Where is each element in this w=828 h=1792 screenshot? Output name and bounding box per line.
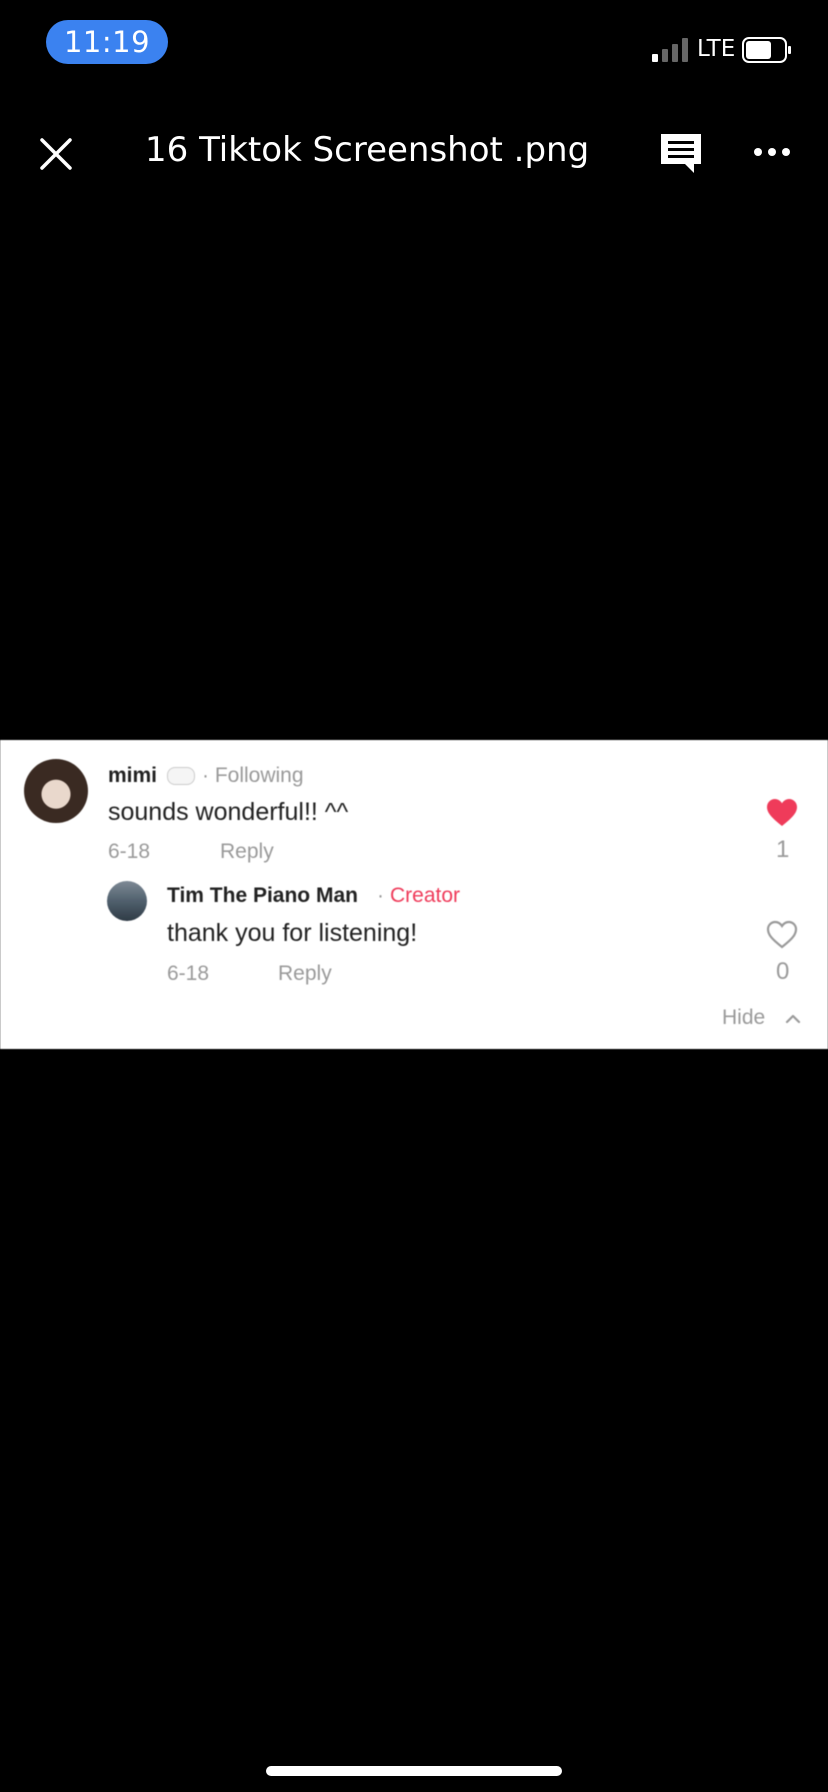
network-type: LTE <box>697 36 736 62</box>
comment-date: 6-18 <box>108 840 151 863</box>
comment-username[interactable]: mimi <box>108 764 157 788</box>
cloud-icon <box>167 767 195 785</box>
status-time: 11:19 <box>46 20 168 64</box>
hide-replies-button[interactable]: Hide <box>722 1006 765 1030</box>
comment-text: sounds wonderful!! ^^ <box>108 798 349 826</box>
heart-outline-icon[interactable] <box>766 920 798 950</box>
heart-icon[interactable] <box>766 798 798 828</box>
following-label: · Following <box>202 764 304 787</box>
avatar[interactable] <box>107 881 147 921</box>
comment-text: thank you for listening! <box>167 919 418 947</box>
separator: · <box>377 884 384 907</box>
reply-button[interactable]: Reply <box>220 840 274 864</box>
battery-icon <box>742 37 791 63</box>
signal-icon <box>652 38 688 62</box>
chevron-up-icon[interactable] <box>784 1010 802 1028</box>
creator-badge: Creator <box>390 884 461 907</box>
reply-button[interactable]: Reply <box>278 962 332 986</box>
like-count: 0 <box>776 958 790 985</box>
comment-icon[interactable] <box>658 131 704 175</box>
comment-date: 6-18 <box>167 962 210 985</box>
file-title: 16 Tiktok Screenshot .png <box>145 130 590 170</box>
like-count: 1 <box>776 836 790 863</box>
more-icon[interactable] <box>752 140 792 164</box>
avatar[interactable] <box>24 759 88 823</box>
screenshot-image: mimi · Following sounds wonderful!! ^^ 6… <box>0 740 828 1049</box>
comment-username[interactable]: Tim The Piano Man <box>167 884 358 908</box>
home-indicator[interactable] <box>266 1766 562 1776</box>
close-icon[interactable] <box>36 134 76 174</box>
